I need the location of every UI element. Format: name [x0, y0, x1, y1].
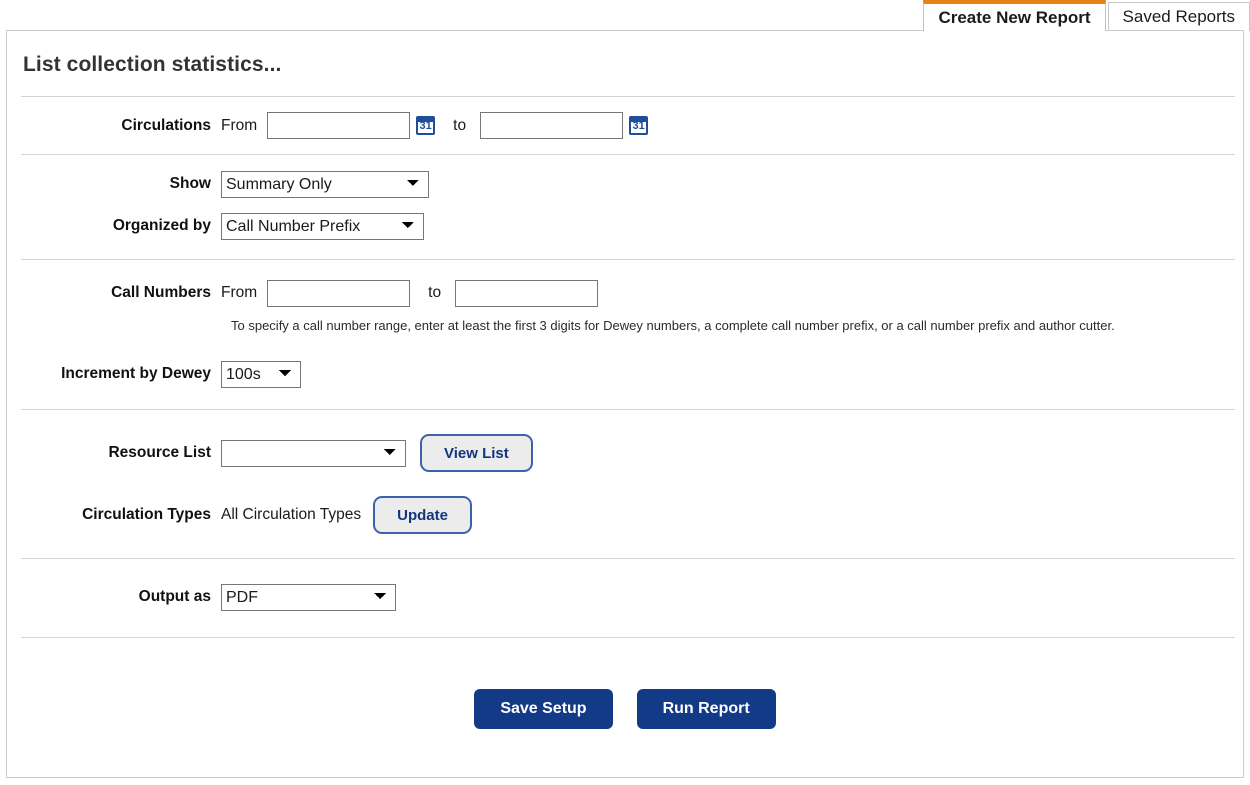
calendar-icon-circulations-from[interactable]: 31: [416, 116, 436, 135]
output-as-row: Output as PDF: [7, 559, 1243, 623]
call-numbers-label: Call Numbers: [111, 284, 211, 301]
circulations-to-label: to: [453, 116, 467, 134]
call-numbers-row: Call Numbers From to: [7, 260, 1243, 318]
resource-list-label: Resource List: [108, 444, 211, 461]
show-select[interactable]: Summary Only: [221, 170, 429, 198]
calendar-icon-from-text: 31: [419, 120, 432, 132]
increment-by-dewey-row: Increment by Dewey 100s: [7, 333, 1243, 399]
output-as-select[interactable]: PDF: [221, 583, 396, 611]
resource-list-select[interactable]: [221, 439, 406, 467]
circulation-types-label: Circulation Types: [82, 506, 211, 523]
call-numbers-to-input[interactable]: [455, 279, 599, 307]
circulation-types-row: Circulation Types All Circulation Types …: [7, 484, 1243, 546]
increment-by-dewey-label: Increment by Dewey: [61, 365, 211, 382]
view-list-button[interactable]: View List: [420, 434, 533, 472]
calendar-icon-to-text: 31: [632, 120, 645, 132]
organized-by-row: Organized by Call Number Prefix: [7, 205, 1243, 247]
resource-list-row: Resource List View List: [7, 410, 1243, 484]
tab-create-new-report-label: Create New Report: [938, 7, 1091, 27]
call-numbers-help-text: To specify a call number range, enter at…: [231, 318, 1115, 333]
form-actions: Save Setup Run Report: [7, 689, 1243, 729]
tab-create-new-report[interactable]: Create New Report: [923, 0, 1106, 31]
call-numbers-from-input[interactable]: [267, 279, 411, 307]
divider-output: [21, 637, 1235, 638]
circulations-row: Circulations From 31 to 31: [7, 97, 1243, 154]
circulations-label: Circulations: [121, 116, 211, 134]
increment-by-dewey-select[interactable]: 100s: [221, 360, 301, 388]
output-as-label: Output as: [138, 588, 211, 605]
show-label: Show: [169, 175, 211, 192]
run-report-button[interactable]: Run Report: [636, 689, 776, 729]
circulations-to-input[interactable]: [480, 112, 624, 139]
circulation-types-value: All Circulation Types: [221, 506, 362, 523]
page-title: List collection statistics...: [23, 53, 282, 76]
call-numbers-to-label: to: [428, 284, 442, 301]
show-row: Show Summary Only: [7, 155, 1243, 205]
calendar-icon-circulations-to[interactable]: 31: [629, 116, 649, 135]
report-tabs: Create New Report Saved Reports: [0, 0, 1250, 31]
tab-saved-reports-label: Saved Reports: [1122, 7, 1235, 26]
report-setup-panel: List collection statistics... Circulatio…: [6, 30, 1244, 778]
organized-by-select[interactable]: Call Number Prefix: [221, 212, 424, 240]
tab-saved-reports[interactable]: Saved Reports: [1107, 2, 1250, 31]
organized-by-label: Organized by: [112, 217, 211, 234]
save-setup-button[interactable]: Save Setup: [474, 689, 613, 729]
circulations-from-label: From: [221, 116, 258, 134]
call-numbers-from-label: From: [221, 284, 258, 301]
circulations-from-input[interactable]: [267, 112, 411, 139]
update-circulation-types-button[interactable]: Update: [373, 496, 472, 534]
